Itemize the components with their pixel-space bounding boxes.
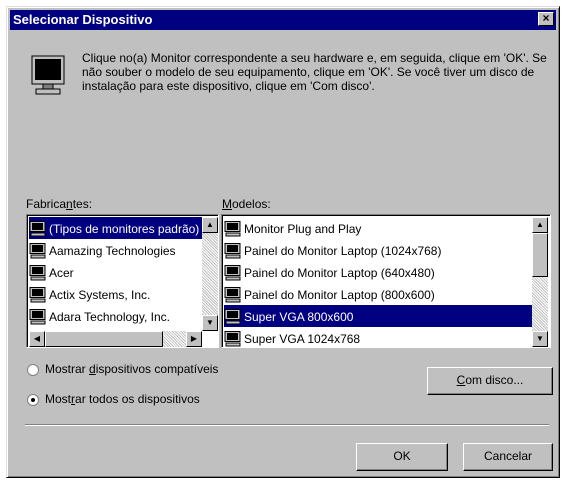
close-button[interactable]: ×	[538, 12, 554, 26]
list-item-label: Painel do Monitor Laptop (800x600)	[244, 287, 435, 302]
scroll-right-button[interactable]: ▶	[186, 331, 202, 347]
list-item[interactable]: Painel do Monitor Laptop (1024x768)	[224, 239, 532, 261]
list-item[interactable]: Painel do Monitor Laptop (640x480)	[224, 261, 532, 283]
instructions-text: Clique no(a) Monitor correspondente a se…	[82, 51, 547, 93]
scroll-up-button[interactable]: ▲	[532, 217, 548, 233]
ok-button[interactable]: OK	[356, 443, 448, 471]
list-item-label: Aamazing Technologies	[49, 243, 176, 258]
scroll-down-button[interactable]: ▼	[532, 331, 548, 347]
list-item[interactable]: Monitor Plug and Play	[224, 217, 532, 239]
list-item-label: Actix Systems, Inc.	[49, 287, 151, 302]
window-title: Selecionar Dispositivo	[13, 12, 153, 27]
monitor-icon	[224, 308, 241, 325]
title-bar: Selecionar Dispositivo ×	[10, 10, 556, 30]
monitor-icon	[29, 264, 46, 281]
list-item[interactable]: Adara Technology, Inc.	[29, 305, 202, 327]
list-item-label: Super VGA 1024x768	[244, 331, 361, 346]
scroll-up-button[interactable]: ▲	[202, 217, 218, 233]
manufacturers-label: Fabricantes:	[26, 197, 93, 211]
hscroll-thumb[interactable]	[45, 331, 163, 347]
list-item-label: (Tipos de monitores padrão)	[49, 221, 200, 236]
radio-indicator	[27, 363, 39, 376]
vscroll-thumb[interactable]	[532, 233, 548, 277]
separator	[25, 424, 549, 426]
list-item[interactable]: Super VGA 1024x768	[224, 327, 532, 347]
monitor-icon	[224, 330, 241, 347]
radio-indicator	[27, 393, 39, 406]
scroll-left-button[interactable]: ◀	[29, 331, 45, 347]
list-item[interactable]: (Tipos de monitores padrão)	[29, 217, 202, 239]
monitor-icon	[31, 55, 65, 95]
cancel-button[interactable]: Cancelar	[463, 443, 553, 471]
models-vscroll[interactable]: ▲ ▼	[532, 217, 548, 347]
monitor-icon	[224, 242, 241, 259]
list-item-label: Monitor Plug and Play	[244, 221, 362, 236]
monitor-icon	[29, 308, 46, 325]
monitor-icon	[29, 242, 46, 259]
list-item-label: Super VGA 800x600	[244, 309, 354, 324]
list-item-label: Painel do Monitor Laptop (1024x768)	[244, 243, 442, 258]
show-compatible-radio[interactable]: Mostrar dispositivos compatíveis	[27, 360, 218, 378]
list-item[interactable]: Acer	[29, 261, 202, 283]
models-label: Modelos:	[222, 197, 271, 211]
list-item-label: Acer	[49, 265, 74, 280]
list-item[interactable]: Actix Systems, Inc.	[29, 283, 202, 305]
models-listbox[interactable]: Monitor Plug and Play Painel do Monitor L…	[221, 214, 551, 348]
list-item-label: Adara Technology, Inc.	[49, 309, 170, 324]
monitor-icon	[224, 264, 241, 281]
show-all-radio[interactable]: Mostrar todos os dispositivos	[27, 390, 200, 408]
list-item[interactable]: Painel do Monitor Laptop (800x600)	[224, 283, 532, 305]
have-disk-button[interactable]: Com disco...	[427, 367, 553, 395]
manufacturers-hscroll[interactable]: ◀ ▶	[29, 331, 202, 347]
monitor-icon	[224, 220, 241, 237]
list-item[interactable]: Super VGA 800x600	[224, 305, 532, 327]
monitor-icon	[29, 220, 46, 237]
list-item-label: Painel do Monitor Laptop (640x480)	[244, 265, 435, 280]
monitor-icon	[29, 286, 46, 303]
list-item[interactable]: Aamazing Technologies	[29, 239, 202, 261]
scroll-down-button[interactable]: ▼	[202, 315, 218, 331]
select-device-dialog: Selecionar Dispositivo × Clique no(a) Mo…	[6, 6, 560, 478]
manufacturers-listbox[interactable]: (Tipos de monitores padrão) Aamazing Tech…	[26, 214, 219, 348]
monitor-icon	[224, 286, 241, 303]
manufacturers-vscroll[interactable]: ▲ ▼	[202, 217, 218, 331]
